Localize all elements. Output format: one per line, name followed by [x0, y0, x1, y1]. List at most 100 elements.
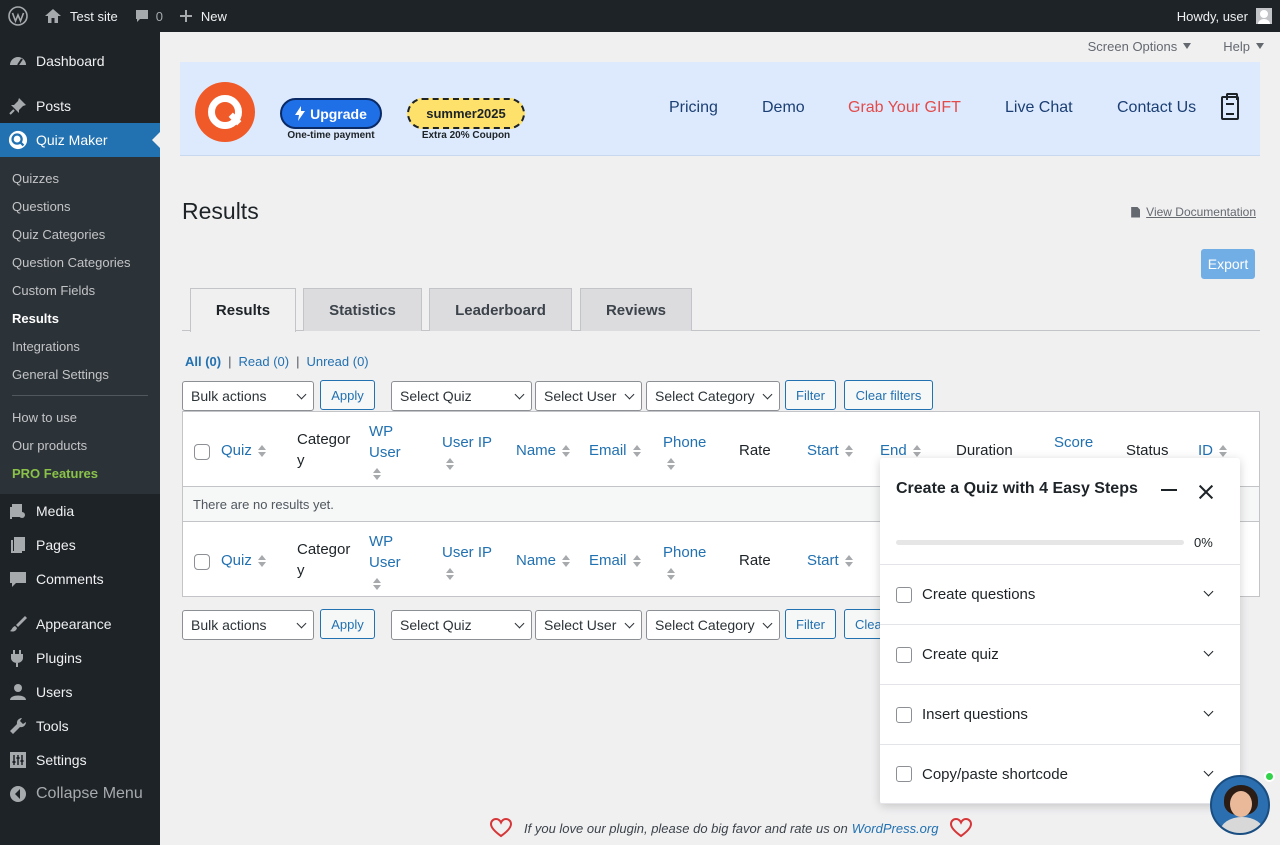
chevron-down-icon[interactable]: [1203, 766, 1214, 777]
live-chat-link[interactable]: Live Chat: [1005, 99, 1073, 117]
column-wp-user[interactable]: WP User: [369, 531, 401, 594]
column-wp-user[interactable]: WP User: [369, 421, 401, 484]
column-email[interactable]: Email: [589, 440, 641, 461]
column-quiz[interactable]: Quiz: [221, 440, 266, 461]
column-name[interactable]: Name: [516, 550, 571, 571]
menu-tools[interactable]: Tools: [0, 709, 160, 743]
submenu-our-products[interactable]: Our products: [0, 431, 160, 459]
column-quiz[interactable]: Quiz: [221, 550, 266, 571]
online-status-dot: [1264, 771, 1275, 782]
menu-quiz-maker[interactable]: Quiz Maker: [0, 123, 160, 157]
menu-comments[interactable]: Comments: [0, 562, 160, 596]
select-quiz-value: Select Quiz: [400, 617, 472, 633]
help-button[interactable]: Help: [1207, 32, 1280, 60]
close-icon[interactable]: [1196, 482, 1216, 502]
submenu-quizzes[interactable]: Quizzes: [0, 164, 160, 192]
column-name[interactable]: Name: [516, 440, 571, 461]
column-start[interactable]: Start: [807, 440, 853, 461]
submenu-quiz-categories[interactable]: Quiz Categories: [0, 220, 160, 248]
pricing-link[interactable]: Pricing: [669, 99, 718, 117]
select-category-dropdown[interactable]: Select Category: [646, 381, 780, 411]
view-documentation-label: View Documentation: [1146, 205, 1256, 219]
step-insert-questions[interactable]: Insert questions: [880, 684, 1240, 744]
submenu-questions[interactable]: Questions: [0, 192, 160, 220]
view-unread-link[interactable]: Unread (0): [306, 354, 368, 369]
bulk-actions-select-bottom[interactable]: Bulk actions: [182, 610, 314, 640]
wordpress-org-link[interactable]: WordPress.org: [852, 821, 939, 836]
menu-posts[interactable]: Posts: [0, 89, 160, 123]
menu-plugins[interactable]: Plugins: [0, 641, 160, 675]
menu-users[interactable]: Users: [0, 675, 160, 709]
column-id-label: ID: [1198, 442, 1213, 459]
clear-filters-button-bottom[interactable]: Clea: [844, 609, 884, 639]
site-name-link[interactable]: Test site: [36, 0, 126, 32]
view-documentation-link[interactable]: View Documentation: [1131, 205, 1256, 219]
step-create-quiz[interactable]: Create quiz: [880, 624, 1240, 684]
select-quiz-dropdown[interactable]: Select Quiz: [391, 381, 532, 411]
column-user-ip[interactable]: User IP: [442, 542, 492, 584]
menu-settings[interactable]: Settings: [0, 743, 160, 777]
contact-us-link[interactable]: Contact Us: [1117, 99, 1196, 117]
export-button[interactable]: Export: [1201, 249, 1255, 279]
submenu-results[interactable]: Results: [0, 304, 160, 332]
view-all-link[interactable]: All (0): [185, 354, 221, 369]
select-user-dropdown[interactable]: Select User: [535, 381, 642, 411]
menu-dashboard[interactable]: Dashboard: [0, 44, 160, 78]
column-phone[interactable]: Phone: [663, 542, 706, 584]
column-user-ip[interactable]: User IP: [442, 432, 492, 474]
submenu-pro-features[interactable]: PRO Features: [0, 459, 160, 487]
submenu-general-settings[interactable]: General Settings: [0, 360, 160, 388]
select-all-checkbox[interactable]: [194, 444, 210, 460]
demo-link[interactable]: Demo: [762, 99, 805, 117]
chevron-down-icon[interactable]: [1203, 646, 1214, 657]
menu-media[interactable]: Media: [0, 494, 160, 528]
step-checkbox[interactable]: [896, 706, 912, 723]
comments-link[interactable]: 0: [126, 0, 171, 32]
minimize-icon[interactable]: [1161, 489, 1177, 491]
column-start[interactable]: Start: [807, 550, 853, 571]
menu-appearance[interactable]: Appearance: [0, 607, 160, 641]
submenu-question-categories[interactable]: Question Categories: [0, 248, 160, 276]
step-copy-shortcode[interactable]: Copy/paste shortcode: [880, 744, 1240, 804]
column-phone[interactable]: Phone: [663, 432, 706, 474]
submenu-how-to-use[interactable]: How to use: [0, 403, 160, 431]
filter-button-bottom[interactable]: Filter: [785, 609, 836, 639]
filter-button[interactable]: Filter: [785, 380, 836, 410]
select-category-dropdown-bottom[interactable]: Select Category: [646, 610, 780, 640]
wordpress-logo-icon[interactable]: [0, 0, 36, 32]
live-chat-avatar[interactable]: [1210, 775, 1270, 835]
submenu-custom-fields[interactable]: Custom Fields: [0, 276, 160, 304]
submenu-integrations[interactable]: Integrations: [0, 332, 160, 360]
column-score[interactable]: Score: [1054, 432, 1093, 453]
onboarding-progress-bar: [896, 540, 1184, 545]
chevron-down-icon[interactable]: [1203, 586, 1214, 597]
clear-filters-button[interactable]: Clear filters: [844, 380, 933, 410]
select-all-checkbox-footer[interactable]: [194, 554, 210, 570]
menu-pages[interactable]: Pages: [0, 528, 160, 562]
grab-gift-link[interactable]: Grab Your GIFT: [848, 99, 961, 117]
chevron-down-icon: [624, 389, 635, 400]
view-read-link[interactable]: Read (0): [239, 354, 290, 369]
menu-pages-label: Pages: [36, 537, 76, 553]
tab-leaderboard[interactable]: Leaderboard: [429, 288, 572, 331]
bulk-actions-select[interactable]: Bulk actions: [182, 381, 314, 411]
step-checkbox[interactable]: [896, 646, 912, 663]
column-email[interactable]: Email: [589, 550, 641, 571]
step-create-questions[interactable]: Create questions: [880, 564, 1240, 624]
apply-button[interactable]: Apply: [320, 380, 375, 410]
tab-results[interactable]: Results: [190, 288, 296, 332]
tab-reviews[interactable]: Reviews: [580, 288, 692, 331]
tab-statistics[interactable]: Statistics: [303, 288, 422, 331]
collapse-menu-button[interactable]: Collapse Menu: [0, 777, 160, 811]
clipboard-icon[interactable]: [1221, 93, 1239, 120]
menu-users-label: Users: [36, 684, 73, 700]
screen-options-button[interactable]: Screen Options: [1072, 32, 1208, 60]
chevron-down-icon[interactable]: [1203, 706, 1214, 717]
step-checkbox[interactable]: [896, 586, 912, 603]
select-user-dropdown-bottom[interactable]: Select User: [535, 610, 642, 640]
apply-button-bottom[interactable]: Apply: [320, 609, 375, 639]
new-content-link[interactable]: New: [171, 0, 235, 32]
step-checkbox[interactable]: [896, 766, 912, 782]
my-account-link[interactable]: Howdy, user: [1169, 0, 1280, 32]
select-quiz-dropdown-bottom[interactable]: Select Quiz: [391, 610, 532, 640]
